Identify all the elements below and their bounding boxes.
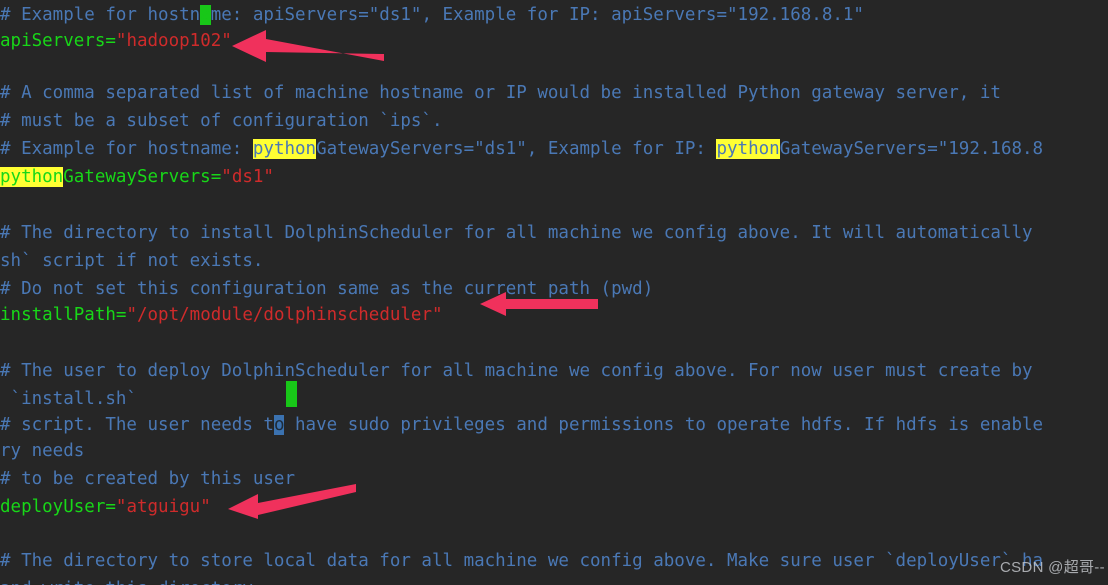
code-line[interactable]: sh` script if not exists. (0, 248, 263, 274)
code-line[interactable]: # The user to deploy DolphinScheduler fo… (0, 358, 1033, 384)
comment-text: me: apiServers="ds1", Example for IP: ap… (210, 5, 864, 25)
config-value: "hadoop102" (115, 31, 232, 51)
comment-text: and write this directory (0, 579, 253, 585)
comment-text: # A comma separated list of machine host… (0, 83, 1001, 103)
search-match-highlight: python (0, 167, 64, 187)
comment-text: have sudo privileges and permissions to … (284, 415, 1044, 435)
code-line[interactable]: ry needs (0, 438, 84, 464)
comment-text: # The user to deploy DolphinScheduler fo… (0, 361, 1033, 381)
assignment-operator: = (210, 167, 222, 187)
comment-text: ry needs (0, 441, 85, 461)
code-line[interactable]: # A comma separated list of machine host… (0, 80, 1001, 106)
code-line[interactable]: apiServers="hadoop102" (0, 28, 232, 54)
comment-text: # Example for hostname: (0, 139, 253, 159)
comment-text: # must be a subset of configuration `ips… (0, 111, 443, 131)
code-line[interactable]: # script. The user needs to have sudo pr… (0, 412, 1043, 438)
config-key: apiServers (0, 31, 106, 51)
terminal-window[interactable]: # Example for hostname: apiServers="ds1"… (0, 0, 1108, 585)
code-line[interactable]: # Example for hostname: apiServers="ds1"… (0, 2, 864, 28)
search-match-highlight: python (716, 139, 780, 159)
arrow-pointing-to-apiServers-value (232, 28, 384, 64)
comment-text: GatewayServers="192.168.8 (779, 139, 1044, 159)
code-line[interactable]: `install.sh` (0, 386, 137, 412)
comment-text: # Example for hostn (0, 5, 201, 25)
config-key: GatewayServers (63, 167, 211, 187)
config-value: "ds1" (221, 167, 274, 187)
selection-highlight: o (273, 415, 285, 435)
arrow-pointing-to-deployUser-value (228, 484, 356, 519)
comment-text: `install.sh` (0, 389, 137, 409)
code-line[interactable]: deployUser="atguigu" (0, 494, 211, 520)
cursor-highlight: a (200, 5, 211, 25)
code-line[interactable]: # Example for hostname: pythonGatewaySer… (0, 136, 1043, 162)
csdn-watermark: CSDN @超哥-- (1000, 559, 1105, 576)
assignment-operator: = (105, 497, 116, 517)
code-line[interactable]: # The directory to install DolphinSchedu… (0, 220, 1033, 246)
assignment-operator: = (105, 31, 116, 51)
comment-text: # The directory to store local data for … (0, 551, 1044, 571)
assignment-operator: = (115, 305, 127, 325)
text-cursor (286, 381, 297, 407)
code-line[interactable]: pythonGatewayServers="ds1" (0, 164, 274, 190)
config-key: installPath (0, 305, 116, 325)
code-line[interactable]: # The directory to store local data for … (0, 548, 1043, 574)
config-value: "/opt/module/dolphinscheduler" (126, 305, 443, 325)
config-value: "atguigu" (115, 497, 211, 517)
code-line[interactable]: and write this directory (0, 576, 253, 585)
code-line[interactable]: # must be a subset of configuration `ips… (0, 108, 443, 134)
comment-text: GatewayServers="ds1", Example for IP: (316, 139, 717, 159)
search-match-highlight: python (252, 139, 317, 159)
comment-text: # The directory to install DolphinSchedu… (0, 223, 1033, 243)
comment-text: sh` script if not exists. (0, 251, 264, 271)
config-key: deployUser (0, 497, 106, 517)
arrow-pointing-to-installPath-value (480, 292, 598, 316)
comment-text: # script. The user needs t (0, 415, 274, 435)
code-line[interactable]: installPath="/opt/module/dolphinschedule… (0, 302, 443, 328)
